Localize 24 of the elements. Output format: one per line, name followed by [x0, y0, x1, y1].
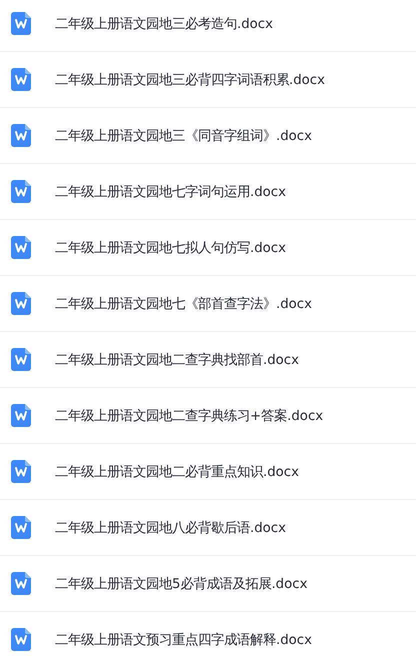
- file-name[interactable]: 二年级上册语文园地三《同音字组词》.docx: [55, 126, 312, 144]
- document-icon: [11, 236, 31, 259]
- file-name[interactable]: 二年级上册语文园地三必背四字词语积累.docx: [55, 70, 325, 88]
- file-name[interactable]: 二年级上册语文园地二查字典练习+答案.docx: [55, 406, 324, 424]
- document-icon: [11, 348, 31, 371]
- file-name[interactable]: 二年级上册语文预习重点四字成语解释.docx: [55, 630, 312, 648]
- file-name[interactable]: 二年级上册语文园地三必考造句.docx: [55, 14, 273, 32]
- document-icon: [11, 628, 31, 651]
- document-icon: [11, 404, 31, 427]
- document-icon: [11, 460, 31, 483]
- document-icon: [11, 180, 31, 203]
- file-name[interactable]: 二年级上册语文园地二必背重点知识.docx: [55, 462, 299, 480]
- document-icon: [11, 12, 31, 35]
- document-icon: [11, 572, 31, 595]
- file-name[interactable]: 二年级上册语文园地七《部首查字法》.docx: [55, 294, 312, 312]
- file-name[interactable]: 二年级上册语文园地七字词句运用.docx: [55, 182, 286, 200]
- document-icon: [11, 68, 31, 91]
- file-name[interactable]: 二年级上册语文园地八必背歇后语.docx: [55, 518, 286, 536]
- document-icon: [11, 124, 31, 147]
- document-icon: [11, 516, 31, 539]
- file-name[interactable]: 二年级上册语文园地七拟人句仿写.docx: [55, 238, 286, 256]
- file-name[interactable]: 二年级上册语文园地5必背成语及拓展.docx: [55, 574, 308, 592]
- document-icon: [11, 292, 31, 315]
- file-name[interactable]: 二年级上册语文园地二查字典找部首.docx: [55, 350, 299, 368]
